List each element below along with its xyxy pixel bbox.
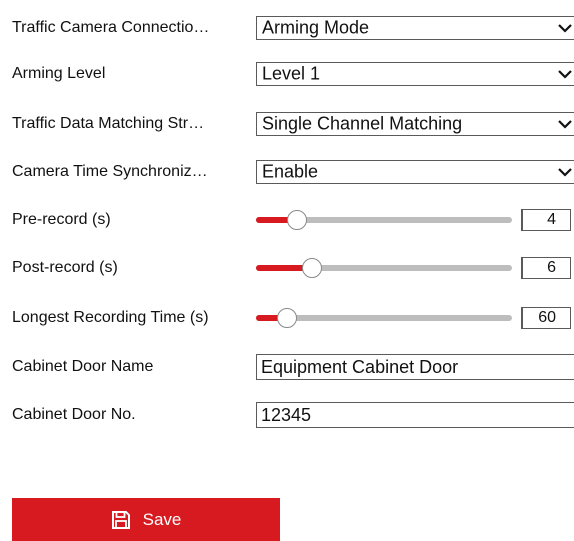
- post-record-label: Post-record (s): [12, 259, 118, 276]
- chevron-down-icon: [558, 70, 572, 79]
- camera-time-sync-select[interactable]: Enable: [256, 160, 574, 184]
- row-cabinet-door-no: Cabinet Door No.: [0, 398, 574, 432]
- traffic-camera-connection-label: Traffic Camera Connectio…: [12, 19, 210, 36]
- pre-record-input[interactable]: [521, 209, 571, 231]
- row-arming-level: Arming Level Level 1: [0, 57, 574, 91]
- row-post-record: Post-record (s): [0, 251, 574, 285]
- traffic-data-matching-select[interactable]: Single Channel Matching: [256, 112, 574, 136]
- save-button-label: Save: [142, 509, 182, 529]
- post-record-input[interactable]: [521, 257, 571, 279]
- pre-record-slider[interactable]: [256, 210, 512, 230]
- cabinet-door-name-input[interactable]: [256, 354, 574, 380]
- cabinet-door-no-label: Cabinet Door No.: [12, 406, 136, 423]
- row-pre-record: Pre-record (s): [0, 203, 574, 237]
- traffic-camera-connection-select[interactable]: Arming Mode: [256, 16, 574, 40]
- cabinet-door-no-input[interactable]: [256, 402, 574, 428]
- camera-time-sync-label: Camera Time Synchroniz…: [12, 163, 208, 180]
- pre-record-label: Pre-record (s): [12, 211, 111, 228]
- traffic-data-matching-label: Traffic Data Matching Str…: [12, 115, 205, 132]
- slider-thumb[interactable]: [302, 258, 322, 278]
- arming-level-label: Arming Level: [12, 65, 106, 82]
- longest-recording-input[interactable]: [521, 307, 571, 329]
- arming-level-value: Level 1: [262, 63, 321, 84]
- save-button[interactable]: Save: [12, 498, 280, 541]
- row-cabinet-door-name: Cabinet Door Name: [0, 350, 574, 384]
- row-longest-recording: Longest Recording Time (s): [0, 301, 574, 335]
- post-record-slider[interactable]: [256, 258, 512, 278]
- row-camera-time-sync: Camera Time Synchroniz… Enable: [0, 155, 574, 189]
- row-traffic-data-matching: Traffic Data Matching Str… Single Channe…: [0, 107, 574, 141]
- longest-recording-slider[interactable]: [256, 308, 512, 328]
- traffic-data-matching-value: Single Channel Matching: [262, 113, 463, 134]
- traffic-camera-connection-value: Arming Mode: [262, 17, 370, 38]
- camera-time-sync-value: Enable: [262, 161, 319, 182]
- chevron-down-icon: [558, 168, 572, 177]
- slider-thumb[interactable]: [277, 308, 297, 328]
- chevron-down-icon: [558, 24, 572, 33]
- save-icon: [111, 510, 130, 529]
- cabinet-door-name-label: Cabinet Door Name: [12, 358, 154, 375]
- slider-thumb[interactable]: [287, 210, 307, 230]
- chevron-down-icon: [558, 120, 572, 129]
- row-traffic-camera-connection: Traffic Camera Connectio… Arming Mode: [0, 11, 574, 45]
- longest-recording-label: Longest Recording Time (s): [12, 309, 209, 326]
- arming-level-select[interactable]: Level 1: [256, 62, 574, 86]
